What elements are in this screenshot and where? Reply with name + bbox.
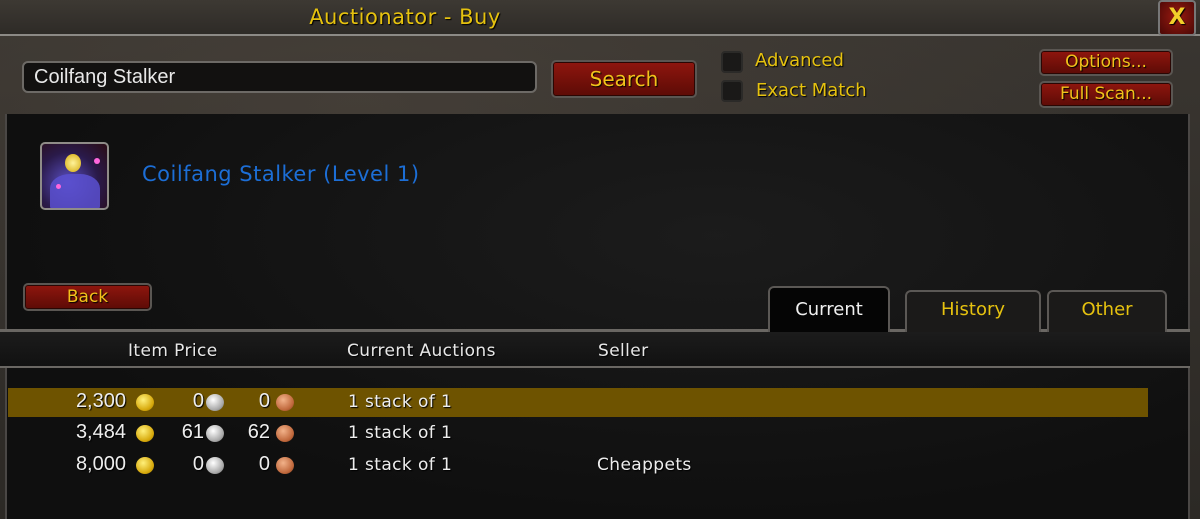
tab-current[interactable]: Current — [768, 286, 890, 334]
copper-coin-icon — [276, 394, 294, 411]
auctionator-window: Auctionator - Buy X Coilfang Stalker Sea… — [0, 0, 1200, 519]
table-row[interactable]: 2,300 0 0 1 stack of 1 — [8, 388, 1148, 417]
seller-name[interactable]: Cheappets — [597, 455, 692, 475]
table-row[interactable]: 8,000 0 0 1 stack of 1 Cheappets — [8, 451, 1148, 480]
copper-amount: 0 — [258, 453, 270, 475]
copper-amount: 62 — [247, 421, 270, 443]
exact-match-label[interactable]: Exact Match — [756, 80, 867, 101]
silver-amount: 0 — [192, 390, 204, 412]
tab-other[interactable]: Other — [1047, 290, 1167, 332]
search-button[interactable]: Search — [551, 60, 697, 98]
auction-count: 1 stack of 1 — [348, 455, 453, 475]
gold-amount: 2,300 — [75, 390, 126, 412]
column-header-item-price[interactable]: Item Price — [128, 341, 218, 361]
tab-history[interactable]: History — [905, 290, 1041, 332]
silver-coin-icon — [206, 394, 224, 411]
close-icon: X — [1168, 5, 1186, 30]
advanced-label[interactable]: Advanced — [755, 50, 844, 71]
coilfang-stalker-pet-icon[interactable] — [40, 142, 109, 210]
silver-coin-icon — [206, 425, 224, 442]
item-name-link[interactable]: Coilfang Stalker (Level 1) — [142, 162, 420, 186]
full-scan-button[interactable]: Full Scan... — [1039, 81, 1173, 108]
silver-amount: 61 — [181, 421, 204, 443]
auction-count: 1 stack of 1 — [348, 423, 453, 443]
auction-count: 1 stack of 1 — [348, 392, 453, 412]
exact-match-checkbox[interactable] — [721, 80, 743, 102]
search-input[interactable]: Coilfang Stalker — [22, 61, 537, 93]
copper-coin-icon — [276, 457, 294, 474]
title-bar: Auctionator - Buy — [0, 0, 1200, 36]
column-header-seller[interactable]: Seller — [598, 341, 649, 361]
advanced-checkbox[interactable] — [721, 51, 743, 73]
table-header: Item Price Current Auctions Seller — [0, 332, 1190, 368]
silver-coin-icon — [206, 457, 224, 474]
copper-amount: 0 — [258, 390, 270, 412]
options-button[interactable]: Options... — [1039, 49, 1173, 76]
back-button[interactable]: Back — [23, 283, 152, 311]
table-row[interactable]: 3,484 61 62 1 stack of 1 — [8, 419, 1148, 448]
gold-amount: 8,000 — [75, 453, 126, 475]
close-button[interactable]: X — [1158, 0, 1196, 36]
gold-amount: 3,484 — [75, 421, 126, 443]
copper-coin-icon — [276, 425, 294, 442]
search-toolbar: Coilfang Stalker Search Advanced Exact M… — [0, 38, 1200, 114]
silver-amount: 0 — [192, 453, 204, 475]
window-title: Auctionator - Buy — [309, 5, 501, 29]
column-header-current-auctions[interactable]: Current Auctions — [347, 341, 496, 361]
